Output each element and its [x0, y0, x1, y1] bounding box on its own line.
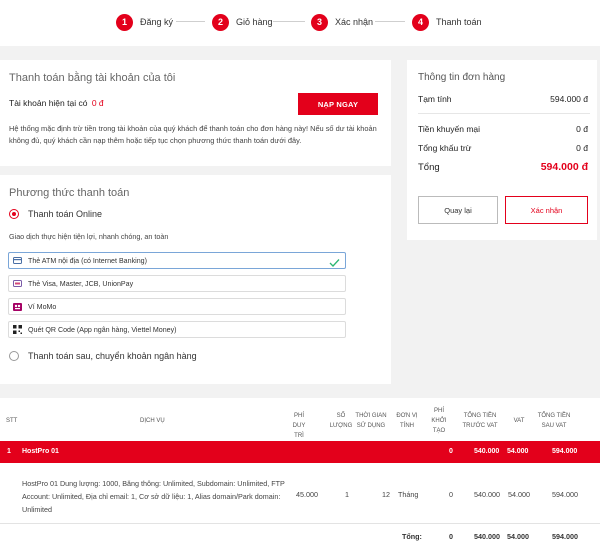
- promo-label: Tiền khuyến mại: [418, 124, 481, 134]
- payment-method-title: Phương thức thanh toán: [9, 187, 130, 199]
- group-post-vat: 594.000: [552, 448, 578, 455]
- discount-value: 0 đ: [576, 143, 588, 153]
- group-name: HostPro 01: [22, 448, 59, 455]
- account-payment-card: Thanh toán bằng tài khoản của tôi Tài kh…: [0, 60, 391, 166]
- payment-method-card: Phương thức thanh toán Thanh toán Online…: [0, 175, 391, 384]
- header-pre-vat: TỔNG TIỀN TRƯỚC VAT: [462, 413, 498, 429]
- step-number: 2: [212, 13, 229, 31]
- topup-button[interactable]: NẠP NGAY: [298, 93, 378, 115]
- footer-init-fee: 0: [449, 532, 453, 541]
- confirm-button[interactable]: Xác nhận: [505, 196, 588, 224]
- order-items-table: STT DỊCH VỤ PHÍ DUY TRÌ SỐ LƯỢNG THỜI GI…: [0, 398, 600, 554]
- later-payment-option[interactable]: Thanh toán sau, chuyển khoản ngân hàng: [9, 351, 197, 361]
- footer-label: Tổng:: [402, 532, 422, 541]
- account-balance: Tài khoản hiện tại có 0 đ: [9, 98, 104, 108]
- item-fee: 45.000: [296, 490, 318, 499]
- header-unit: ĐƠN VỊ TÍNH: [396, 413, 418, 429]
- service-group-row: 1 HostPro 01 0 540.000 54.000 594.000: [0, 441, 600, 463]
- option-label: Ví MoMo: [28, 302, 57, 311]
- header-post-vat: TỔNG TIỀN SAU VAT: [537, 413, 571, 429]
- footer-post-vat: 594.000: [552, 532, 578, 541]
- group-pre-vat: 540.000: [474, 448, 500, 455]
- checkout-steps: 1 Đăng ký 2 Giỏ hàng 3 Xác nhận 4 Thanh …: [0, 0, 600, 46]
- balance-label: Tài khoản hiện tại có: [9, 98, 88, 108]
- discount-label: Tổng khấu trừ: [418, 143, 472, 153]
- promo-row: Tiền khuyến mại 0 đ: [418, 124, 588, 134]
- subtotal-row: Tạm tính 594.000 đ: [418, 94, 588, 104]
- divider: [0, 523, 600, 524]
- card-icon: [13, 257, 22, 265]
- header-vat: VAT: [513, 418, 525, 424]
- header-init-fee: PHÍ KHỞI TẠO: [431, 408, 447, 434]
- order-summary-title: Thông tin đơn hàng: [418, 72, 506, 83]
- footer-pre-vat: 540.000: [474, 532, 500, 541]
- option-label: Quét QR Code (App ngân hàng, Viettel Mon…: [28, 325, 177, 334]
- order-summary-card: Thông tin đơn hàng Tạm tính 594.000 đ Ti…: [407, 60, 597, 240]
- footer-vat: 54.000: [507, 532, 529, 541]
- payment-option-visa[interactable]: Thẻ Visa, Master, JCB, UnionPay: [8, 275, 346, 292]
- header-duration: THỜI GIAN SỬ DỤNG: [355, 413, 387, 429]
- step-number: 4: [412, 13, 429, 31]
- header-qty: SỐ LƯỢNG: [329, 413, 353, 429]
- account-payment-title: Thanh toán bằng tài khoản của tôi: [9, 72, 176, 84]
- step-number: 3: [311, 13, 328, 31]
- item-vat: 54.000: [508, 490, 530, 499]
- header-fee: PHÍ DUY TRÌ: [292, 413, 306, 439]
- payment-option-momo[interactable]: Ví MoMo: [8, 298, 346, 315]
- momo-icon: [13, 302, 22, 311]
- promo-value: 0 đ: [576, 124, 588, 134]
- step-label: Đăng ký: [140, 17, 174, 27]
- online-payment-option[interactable]: Thanh toán Online: [9, 209, 102, 219]
- option-label: Thẻ ATM nội địa (có Internet Banking): [28, 256, 147, 265]
- item-init-fee: 0: [449, 490, 453, 499]
- visa-card-icon: [13, 280, 22, 288]
- group-vat: 54.000: [507, 448, 529, 455]
- balance-value: 0 đ: [91, 98, 104, 108]
- step-divider: [176, 21, 205, 22]
- divider: [418, 113, 590, 114]
- online-radio[interactable]: [9, 209, 19, 219]
- account-description: Hệ thống mặc định trừ tiền trong tài kho…: [9, 124, 377, 145]
- step-divider: [375, 21, 405, 22]
- group-stt: 1: [7, 448, 11, 455]
- item-duration: 12: [382, 490, 390, 499]
- total-row: Tổng 594.000 đ: [418, 161, 588, 173]
- step-payment[interactable]: 4 Thanh toán: [412, 12, 482, 32]
- header-service: DỊCH VỤ: [140, 418, 165, 424]
- option-label: Thẻ Visa, Master, JCB, UnionPay: [28, 279, 134, 288]
- item-description: HostPro 01 Dung lượng: 1000, Băng thông:…: [22, 479, 285, 514]
- step-confirm[interactable]: 3 Xác nhận: [311, 12, 373, 32]
- step-register[interactable]: 1 Đăng ký: [116, 12, 173, 32]
- total-value: 594.000 đ: [540, 161, 588, 173]
- later-label: Thanh toán sau, chuyển khoản ngân hàng: [28, 351, 197, 361]
- online-description: Giao dịch thực hiện tiện lợi, nhanh chón…: [9, 232, 169, 241]
- step-divider: [273, 21, 305, 22]
- step-label: Xác nhận: [335, 17, 374, 27]
- item-post-vat: 594.000: [552, 490, 578, 499]
- subtotal-label: Tạm tính: [418, 94, 452, 104]
- item-pre-vat: 540.000: [474, 490, 500, 499]
- total-label: Tổng: [418, 161, 440, 173]
- online-label: Thanh toán Online: [28, 209, 103, 219]
- later-radio[interactable]: [9, 351, 19, 361]
- step-label: Giỏ hàng: [236, 17, 273, 27]
- header-stt: STT: [6, 418, 18, 424]
- back-button[interactable]: Quay lại: [418, 196, 498, 224]
- check-icon: [329, 255, 340, 273]
- step-label: Thanh toán: [436, 17, 482, 27]
- step-cart[interactable]: 2 Giỏ hàng: [212, 12, 273, 32]
- subtotal-value: 594.000 đ: [550, 94, 588, 104]
- discount-row: Tổng khấu trừ 0 đ: [418, 143, 588, 153]
- group-init-fee: 0: [449, 448, 453, 455]
- item-unit: Tháng: [398, 490, 419, 499]
- payment-option-atm[interactable]: Thẻ ATM nội địa (có Internet Banking): [8, 252, 346, 269]
- step-number: 1: [116, 13, 133, 31]
- item-qty: 1: [345, 490, 349, 499]
- qr-code-icon: [13, 325, 22, 334]
- payment-option-qr[interactable]: Quét QR Code (App ngân hàng, Viettel Mon…: [8, 321, 346, 338]
